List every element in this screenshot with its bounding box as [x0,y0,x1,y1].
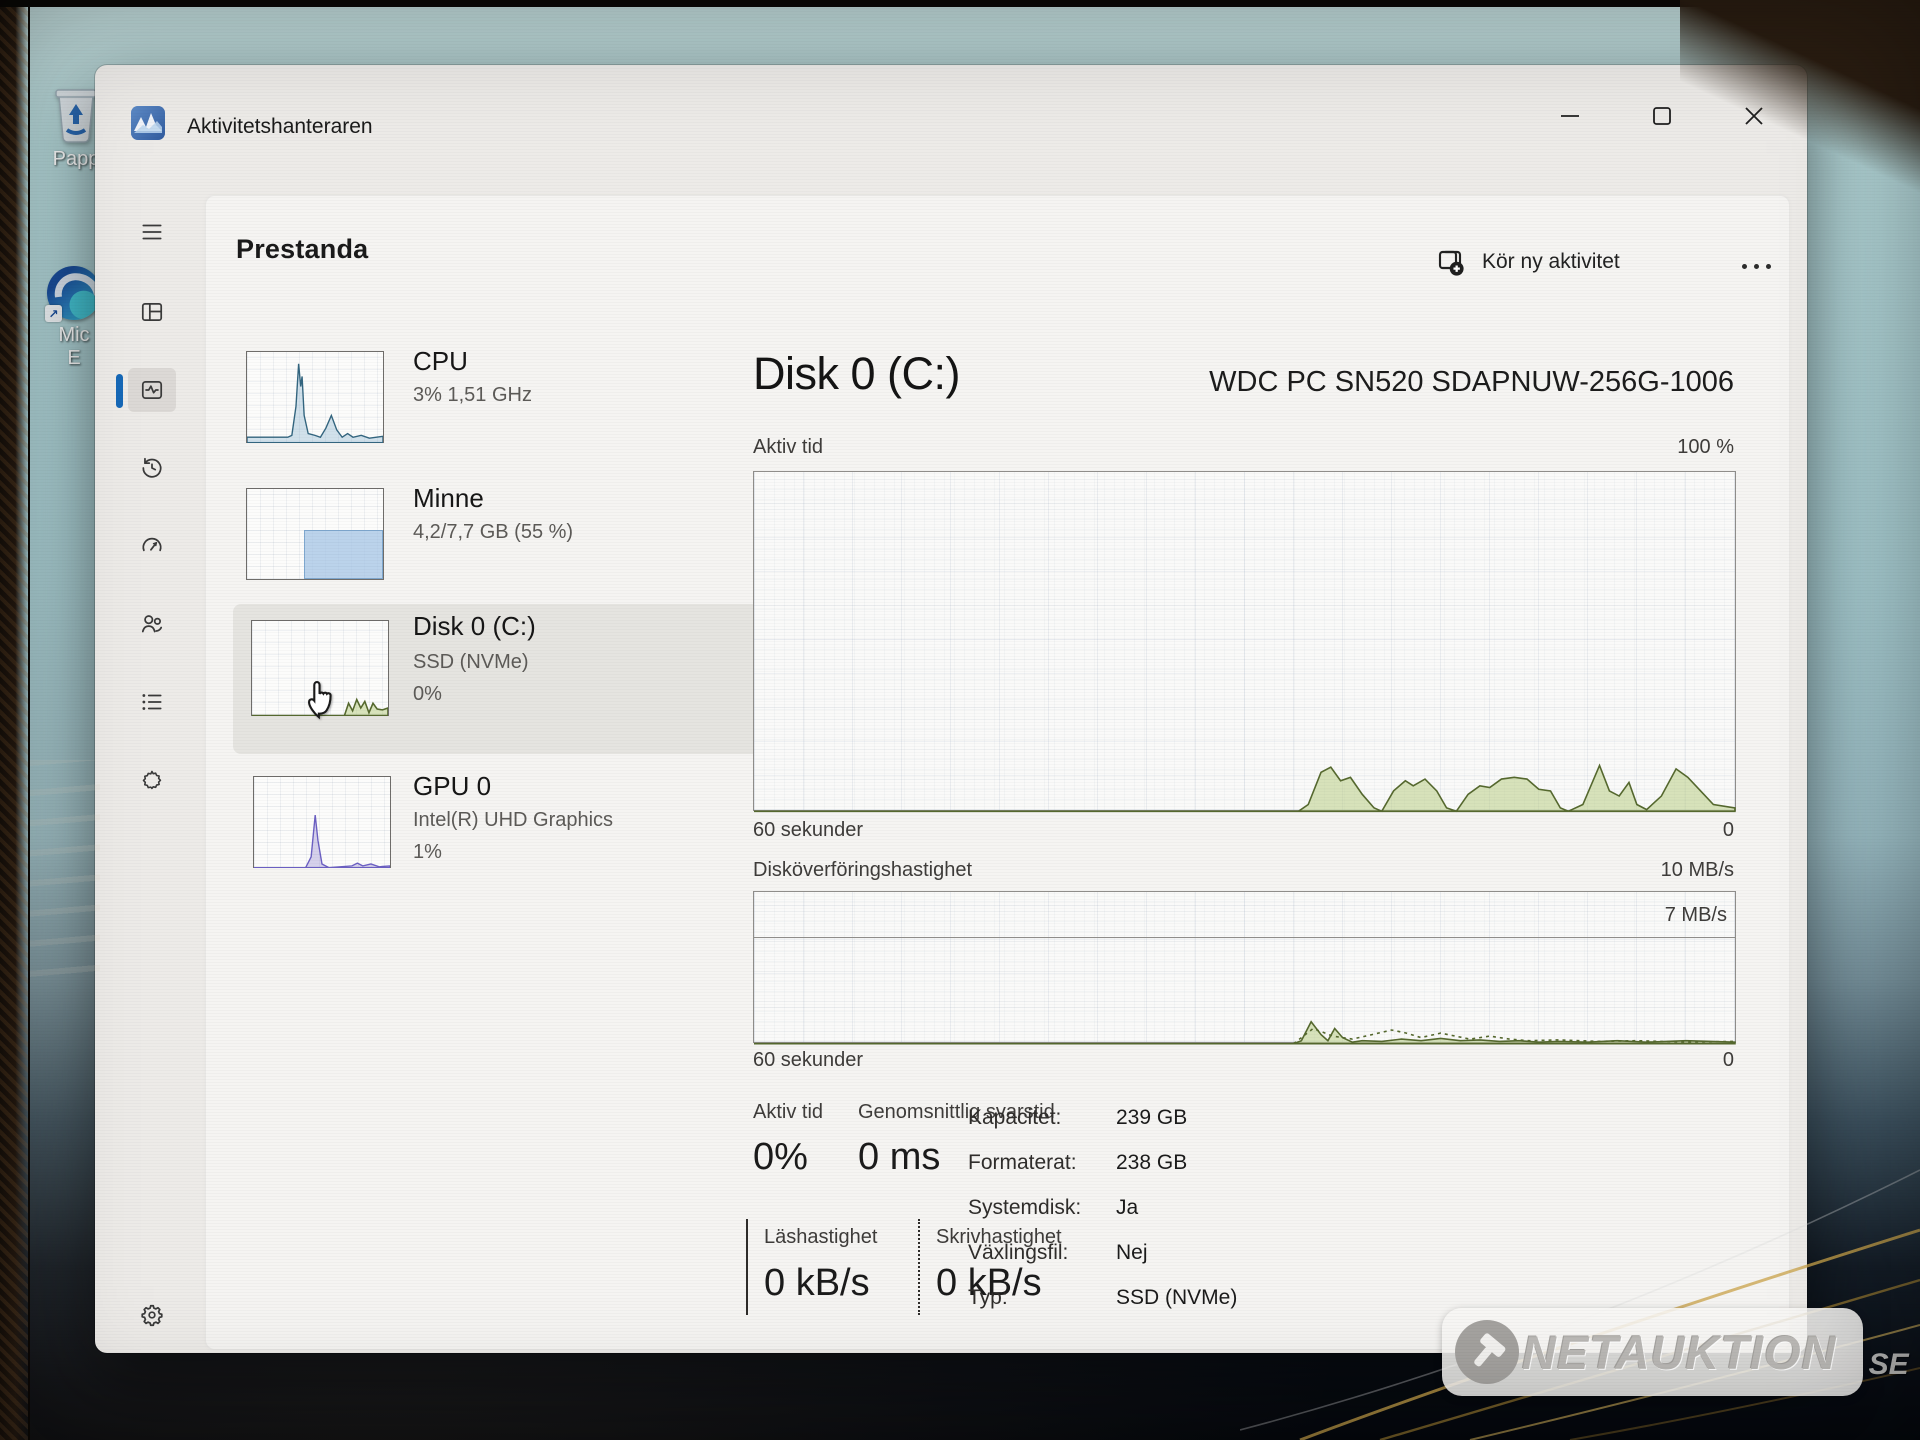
chart1-zero: 0 [1723,819,1734,842]
read-stat-value: 0 kB/s [764,1262,870,1305]
disk-device-name: WDC PC SN520 SDAPNUW-256G-1006 [1209,366,1734,399]
selected-nav-indicator [116,374,123,408]
sidebar-item-users[interactable] [128,602,176,646]
chart2-xspan: 60 sekunder [753,1049,863,1072]
watermark-brand: NETAUKTION [1522,1325,1837,1380]
window-title: Aktivitetshanteraren [187,115,373,139]
memory-title: Minne [413,483,484,514]
gpu-title: GPU 0 [413,771,491,802]
chart1-xspan: 60 sekunder [753,819,863,842]
sidebar-item-processes[interactable] [128,290,176,334]
processes-icon [139,299,165,325]
memory-usage-block [304,530,383,580]
more-options-button[interactable] [1721,248,1791,284]
maximize-icon [1650,104,1674,128]
watermark-suffix: SE [1869,1348,1909,1382]
run-new-task-icon [1434,246,1466,278]
task-manager-window: Aktivitetshanteraren [95,65,1807,1353]
photo-of-monitor: Papp ↗ Mic E Aktivitetshanteraren [0,0,1920,1440]
write-series-rule [918,1219,920,1315]
sidebar-item-menu[interactable] [128,210,176,254]
monitor-bezel [0,0,30,1440]
active-time-stat-label: Aktiv tid [753,1101,823,1124]
gpu-usage: 1% [413,841,442,864]
chart2-zero: 0 [1723,1049,1734,1072]
cpu-subtitle: 3% 1,51 GHz [413,384,532,407]
run-new-task-button[interactable]: Kör ny aktivitet [1424,240,1630,284]
detail-value: Nej [1116,1241,1148,1265]
disk-subtitle: SSD (NVMe) [413,651,529,674]
active-time-chart [753,471,1736,811]
details-list-icon [139,689,165,715]
memory-subtitle: 4,2/7,7 GB (55 %) [413,521,573,544]
chart2-max-label: 10 MB/s [1661,859,1734,882]
read-stat-label: Läshastighet [764,1226,877,1249]
page-title: Prestanda [236,234,368,265]
disk-title: Disk 0 (C:) [413,611,536,642]
memory-mini-chart [246,488,384,580]
cpu-mini-chart [246,351,384,443]
disk-usage: 0% [413,683,442,706]
settings-gear-icon [139,1302,165,1328]
edge-icon: ↗ [47,266,101,320]
auction-hammer-icon [1452,1317,1522,1387]
gpu-mini-chart [253,776,391,868]
performance-panel: Prestanda Kör ny aktivitet CPU 3% 1,51 G… [205,195,1790,1350]
cpu-title: CPU [413,346,468,377]
task-manager-logo-icon [130,105,166,141]
detail-label: Formaterat: [968,1151,1077,1175]
detail-label: Kapacitet: [968,1106,1061,1130]
detail-value: SSD (NVMe) [1116,1286,1237,1310]
startup-gauge-icon [139,533,165,559]
chart2-label: Disköverföringshastighet [753,859,972,882]
ellipsis-icon [1742,264,1747,269]
background-corner [1680,0,1920,200]
sidebar-item-performance[interactable] [128,368,176,412]
chart1-max-label: 100 % [1677,436,1734,459]
services-cog-icon [139,767,165,793]
monitor-bezel-top [0,0,1920,7]
sidebar-item-details[interactable] [128,680,176,724]
gpu-subtitle: Intel(R) UHD Graphics [413,809,613,832]
hamburger-menu-icon [139,219,165,245]
detail-value: 238 GB [1116,1151,1187,1175]
sidebar-item-settings[interactable] [128,1293,176,1337]
wallpaper-streaks [30,760,100,980]
sidebar-item-services[interactable] [128,758,176,802]
titlebar[interactable]: Aktivitetshanteraren [95,65,1807,155]
minimize-button[interactable] [1539,93,1601,139]
sidebar-item-app-history[interactable] [128,446,176,490]
run-new-task-label: Kör ny aktivitet [1482,250,1620,274]
recycle-bin-label: Papp [53,148,100,171]
active-time-stat-value: 0% [753,1136,808,1179]
minimize-icon [1558,104,1582,128]
response-stat-value: 0 ms [858,1136,940,1179]
edge-label-line2: E [67,347,80,370]
hand-cursor-icon [301,674,343,720]
read-series-rule [746,1219,748,1315]
edge-label-line1: Mic [58,324,89,347]
users-icon [139,611,165,637]
watermark: NETAUKTION SE [1442,1308,1909,1396]
disk-page-title: Disk 0 (C:) [753,348,960,400]
transfer-rate-chart: 7 MB/s [753,891,1736,1043]
chart1-label: Aktiv tid [753,436,823,459]
detail-label: Typ: [968,1286,1008,1310]
detail-label: Växlingsfil: [968,1241,1068,1265]
detail-value: Ja [1116,1196,1138,1220]
detail-label: Systemdisk: [968,1196,1081,1220]
history-clock-icon [139,455,165,481]
sidebar-item-startup-apps[interactable] [128,524,176,568]
detail-value: 239 GB [1116,1106,1187,1130]
performance-icon [139,377,165,403]
shortcut-arrow-icon: ↗ [45,305,62,322]
